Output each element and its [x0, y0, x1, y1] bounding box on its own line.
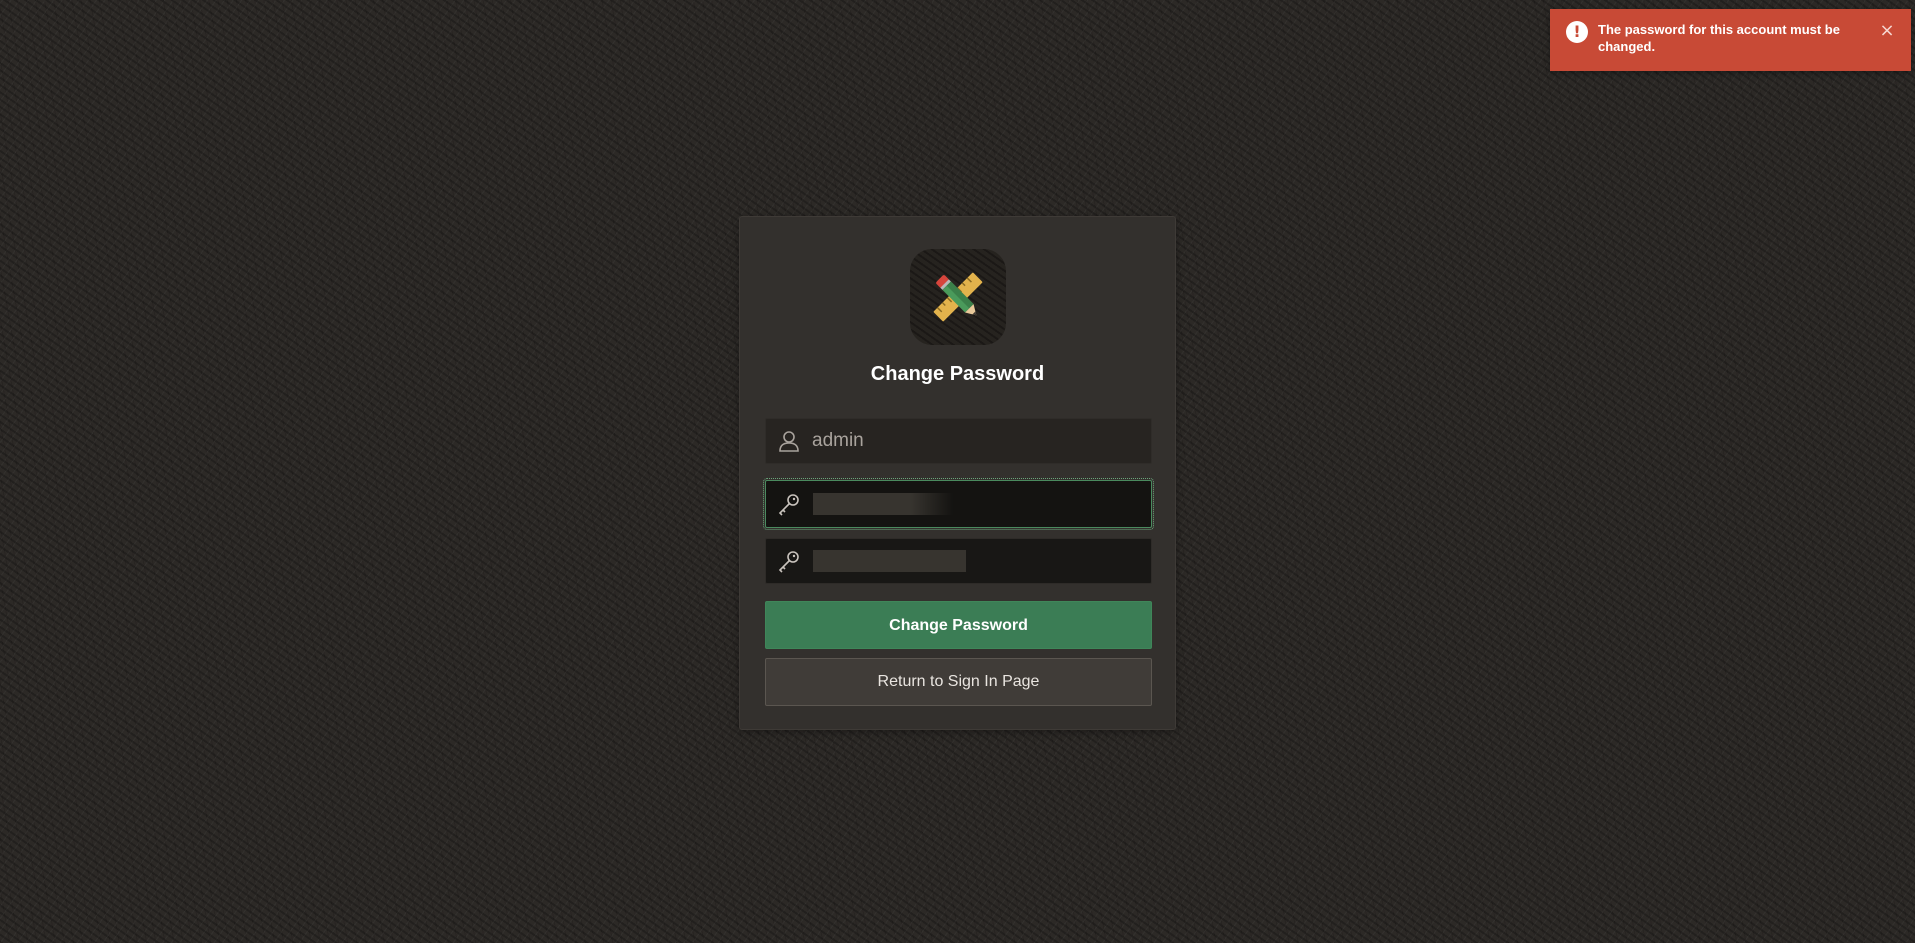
redacted-password-value: [813, 493, 953, 515]
new-password-field[interactable]: [763, 478, 1154, 530]
key-icon: [778, 494, 799, 516]
page-title: Change Password: [870, 363, 1045, 385]
change-password-card: Change Password Change Password Return t…: [739, 216, 1176, 730]
key-icon: [778, 551, 799, 573]
error-notification: ! The password for this account must be …: [1550, 9, 1911, 71]
change-password-button[interactable]: Change Password: [765, 601, 1152, 649]
exclamation-icon: !: [1566, 21, 1588, 43]
notification-message: The password for this account must be ch…: [1598, 22, 1840, 54]
close-icon[interactable]: ×: [1877, 21, 1897, 41]
return-to-sign-in-button[interactable]: Return to Sign In Page: [765, 658, 1152, 706]
user-icon: [779, 431, 799, 452]
pencil-ruler-icon: [910, 249, 1006, 345]
username-input[interactable]: [812, 419, 1142, 463]
redacted-password-value: [813, 550, 966, 572]
confirm-password-field[interactable]: [765, 538, 1152, 584]
username-field[interactable]: [765, 418, 1152, 464]
